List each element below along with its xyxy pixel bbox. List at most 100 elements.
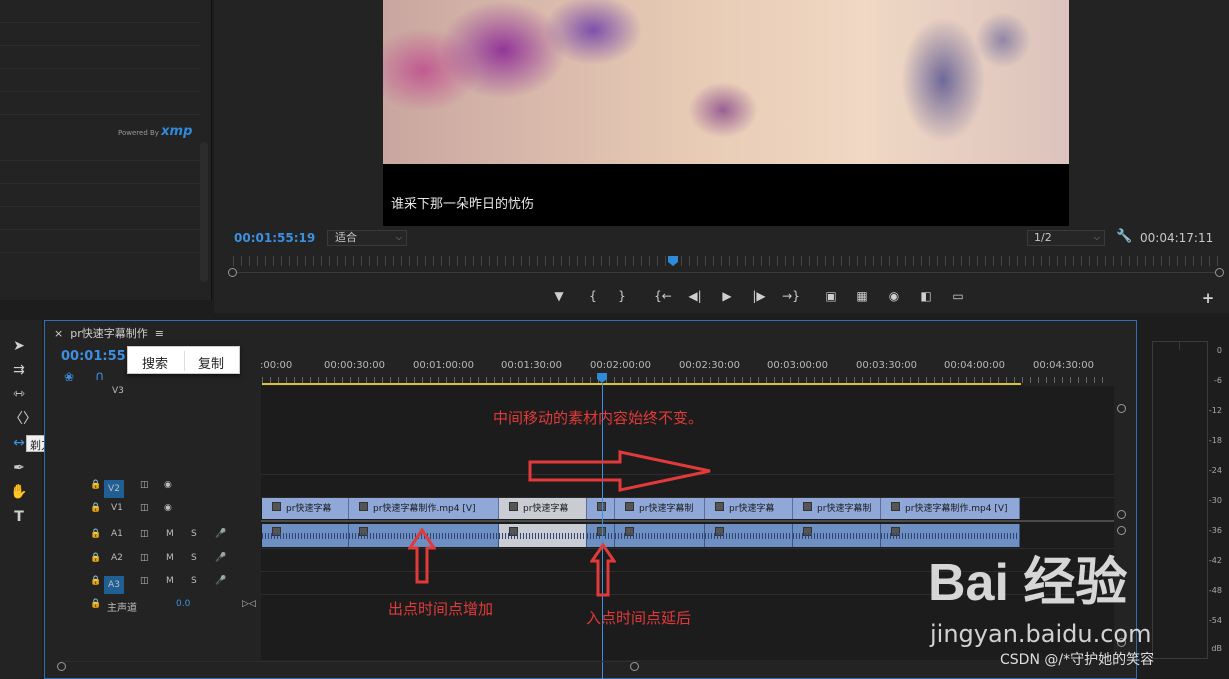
mark-out-icon[interactable]: }: [613, 289, 631, 303]
extract-icon[interactable]: ▦: [853, 289, 871, 303]
lift-icon[interactable]: ▣: [822, 289, 840, 303]
mute-button[interactable]: M: [166, 576, 174, 586]
lock-icon[interactable]: 🔒: [90, 599, 101, 609]
selection-tool-icon[interactable]: ➤: [9, 336, 29, 356]
safe-margins-icon[interactable]: ▭: [949, 289, 967, 303]
solo-button[interactable]: S: [191, 576, 197, 586]
mute-button[interactable]: M: [166, 529, 174, 539]
solo-button[interactable]: S: [191, 529, 197, 539]
video-clip[interactable]: pr快速字幕制作.mp4 [V]: [349, 498, 499, 519]
fx-badge-icon: [891, 502, 900, 511]
solo-button[interactable]: S: [191, 553, 197, 563]
work-area-bar[interactable]: [262, 383, 1021, 385]
lock-icon[interactable]: 🔒: [90, 576, 101, 586]
track-label-a2[interactable]: A2: [111, 553, 123, 563]
go-to-out-icon[interactable]: →}: [782, 289, 800, 303]
scroll-handle[interactable]: [1117, 510, 1126, 519]
track-header-a3: 🔒 A3 ◫ M S 🎤: [58, 572, 260, 594]
meta-row: [0, 68, 200, 69]
audio-clip[interactable]: [615, 524, 705, 547]
sync-lock-icon[interactable]: ◫: [140, 503, 149, 513]
ruler-label: :00:00: [260, 360, 293, 371]
mark-in-icon[interactable]: {: [584, 289, 602, 303]
lock-icon[interactable]: 🔒: [90, 529, 101, 539]
razor-tool-icon[interactable]: 〈〉: [9, 409, 37, 429]
ruler-label: 00:01:30:00: [501, 360, 563, 371]
track-label-a1[interactable]: A1: [111, 529, 123, 539]
comparison-view-icon[interactable]: ◧: [917, 289, 935, 303]
sync-lock-icon[interactable]: ◫: [140, 529, 149, 539]
search-menu-item[interactable]: 搜索: [142, 353, 168, 372]
duration-timecode: 00:04:17:11: [1140, 231, 1214, 245]
meta-row: [0, 206, 200, 207]
lock-icon[interactable]: 🔒: [90, 503, 101, 513]
video-clip[interactable]: pr快速字幕制作.mp4 [V]: [881, 498, 1020, 519]
go-to-in-icon[interactable]: {←: [654, 289, 672, 303]
monitor-time-ruler[interactable]: [233, 256, 1220, 266]
monitor-zoom-bar[interactable]: [233, 272, 1220, 273]
video-clip[interactable]: pr快速字幕: [705, 498, 793, 519]
scroll-handle[interactable]: [630, 662, 639, 671]
resolution-select[interactable]: 1/2 ⌵: [1027, 230, 1105, 246]
microphone-icon[interactable]: 🎤: [215, 576, 226, 586]
lock-icon[interactable]: 🔒: [90, 553, 101, 563]
watermark-url: jingyan.baidu.com: [930, 620, 1152, 648]
video-clip[interactable]: pr快速字幕: [262, 498, 349, 519]
scroll-handle[interactable]: [1117, 404, 1126, 413]
mute-button[interactable]: M: [166, 553, 174, 563]
eye-icon[interactable]: ◉: [164, 503, 172, 513]
microphone-icon[interactable]: 🎤: [215, 529, 226, 539]
sequence-tab[interactable]: × pr快速字幕制作 ≡: [54, 325, 164, 341]
linked-selection-icon[interactable]: ∩: [95, 369, 105, 384]
timeline-horizontal-scrollbar[interactable]: [57, 661, 640, 671]
audio-clip[interactable]: [262, 524, 349, 547]
track-select-tool-icon[interactable]: ⇉: [9, 360, 29, 380]
pen-tool-icon[interactable]: ✒: [9, 458, 29, 478]
track-label-v1[interactable]: V1: [111, 503, 123, 513]
panel-menu-icon[interactable]: ≡: [155, 327, 164, 340]
sync-lock-icon[interactable]: ◫: [140, 576, 149, 586]
audio-clip-selected[interactable]: [499, 524, 587, 547]
video-clip[interactable]: [587, 498, 615, 519]
video-clip[interactable]: pr快速字幕制: [793, 498, 881, 519]
video-clip[interactable]: pr快速字幕制: [615, 498, 705, 519]
video-clip-selected[interactable]: pr快速字幕: [499, 498, 587, 519]
master-volume-value[interactable]: 0.0: [176, 599, 190, 609]
ripple-edit-tool-icon[interactable]: ⇿: [9, 384, 29, 404]
audio-clip[interactable]: [705, 524, 793, 547]
playhead-timecode[interactable]: 00:01:55:19: [234, 231, 315, 245]
sync-lock-icon[interactable]: ◫: [140, 553, 149, 563]
fit-select[interactable]: 适合 ⌵: [327, 230, 407, 246]
lock-icon[interactable]: 🔒: [90, 480, 101, 490]
timeline-timecode[interactable]: 00:01:55:: [61, 349, 131, 364]
audio-clip[interactable]: [793, 524, 881, 547]
close-icon[interactable]: ×: [54, 327, 63, 340]
snap-icon[interactable]: ❀: [64, 370, 74, 384]
xmp-logo: Powered By xmp: [118, 124, 193, 139]
metadata-scrollbar[interactable]: [200, 142, 208, 282]
scroll-handle[interactable]: [1117, 526, 1126, 535]
zoom-handle-left[interactable]: [228, 268, 237, 277]
eye-icon[interactable]: ◉: [164, 480, 172, 490]
arrow-right-icon: [528, 450, 711, 492]
zoom-handle-right[interactable]: [1215, 268, 1224, 277]
add-button-icon[interactable]: +: [1199, 289, 1217, 307]
wrench-icon[interactable]: 🔧: [1116, 229, 1132, 244]
export-frame-icon[interactable]: ◉: [885, 289, 903, 303]
type-tool-icon[interactable]: T: [9, 507, 29, 527]
go-to-end-icon[interactable]: ▷◁: [242, 599, 256, 609]
microphone-icon[interactable]: 🎤: [215, 553, 226, 563]
marker-icon[interactable]: ▼: [550, 289, 568, 303]
chevron-down-icon: ⌵: [1093, 233, 1100, 242]
hand-tool-icon[interactable]: ✋: [9, 482, 29, 502]
track-header-a1: 🔒 A1 ◫ M S 🎤: [58, 525, 260, 547]
track-target-a3[interactable]: A3: [104, 576, 124, 594]
step-forward-icon[interactable]: |▶: [750, 289, 768, 303]
play-icon[interactable]: ▶: [718, 289, 736, 303]
copy-menu-item[interactable]: 复制: [198, 353, 224, 372]
step-back-icon[interactable]: ◀|: [686, 289, 704, 303]
track-target-v2[interactable]: V2: [104, 480, 124, 498]
scroll-handle[interactable]: [57, 662, 66, 671]
sync-lock-icon[interactable]: ◫: [140, 480, 149, 490]
meta-row: [0, 229, 200, 230]
